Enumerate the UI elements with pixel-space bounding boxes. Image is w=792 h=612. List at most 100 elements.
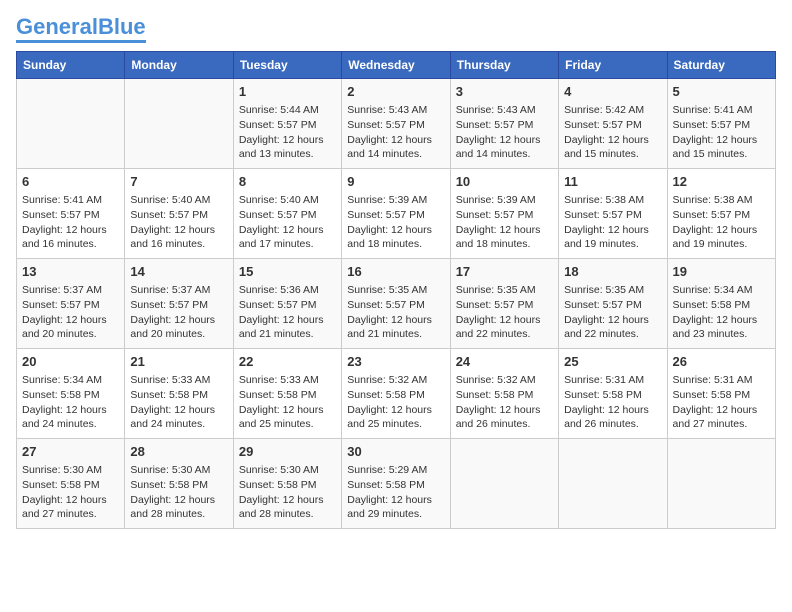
week-row-4: 20Sunrise: 5:34 AM Sunset: 5:58 PM Dayli…	[17, 349, 776, 439]
logo-underline	[16, 40, 146, 43]
day-cell: 20Sunrise: 5:34 AM Sunset: 5:58 PM Dayli…	[17, 349, 125, 439]
day-content: Sunrise: 5:32 AM Sunset: 5:58 PM Dayligh…	[347, 373, 444, 432]
day-number: 27	[22, 443, 119, 461]
day-content: Sunrise: 5:38 AM Sunset: 5:57 PM Dayligh…	[564, 193, 661, 252]
day-cell	[667, 439, 775, 529]
day-cell: 27Sunrise: 5:30 AM Sunset: 5:58 PM Dayli…	[17, 439, 125, 529]
day-content: Sunrise: 5:34 AM Sunset: 5:58 PM Dayligh…	[673, 283, 770, 342]
day-number: 3	[456, 83, 553, 101]
day-cell: 30 Sunrise: 5:29 AM Sunset: 5:58 PM Dayli…	[342, 439, 450, 529]
logo-text: GeneralBlue	[16, 16, 146, 38]
day-cell	[125, 79, 233, 169]
day-content: Sunrise: 5:30 AM Sunset: 5:58 PM Dayligh…	[130, 463, 227, 522]
calendar-header: SundayMondayTuesdayWednesdayThursdayFrid…	[17, 52, 776, 79]
day-number: 24	[456, 353, 553, 371]
day-cell	[17, 79, 125, 169]
week-row-5: 27 Sunrise: 5:30 AM Sunset: 5:58 PM Dayli…	[17, 439, 776, 529]
day-number: 21	[130, 353, 227, 371]
calendar-body: 1 Sunrise: 5:44 AM Sunset: 5:57 PM Daylig…	[17, 79, 776, 529]
day-number: 12	[673, 173, 770, 191]
day-content: Sunrise: 5:39 AM Sunset: 5:57 PM Dayligh…	[456, 193, 553, 252]
day-number: 10	[456, 173, 553, 191]
day-cell: 21 Sunrise: 5:33 AM Sunset: 5:58 PM Dayli…	[125, 349, 233, 439]
day-cell: 4Sunrise: 5:42 AM Sunset: 5:57 PM Daylig…	[559, 79, 667, 169]
day-content: Sunrise: 5:30 AM Sunset: 5:58 PM Dayligh…	[239, 463, 336, 522]
day-cell	[559, 439, 667, 529]
day-content: Sunrise: 5:29 AM Sunset: 5:58 PM Dayligh…	[347, 463, 444, 522]
day-number: 15	[239, 263, 336, 281]
day-number: 9	[347, 173, 444, 191]
day-cell: 16 Sunrise: 5:35 AM Sunset: 5:57 PM Dayli…	[342, 259, 450, 349]
day-cell: 2Sunrise: 5:43 AM Sunset: 5:57 PM Daylig…	[342, 79, 450, 169]
day-content: Sunrise: 5:33 AM Sunset: 5:58 PM Dayligh…	[130, 373, 227, 432]
day-cell: 9 Sunrise: 5:39 AM Sunset: 5:57 PM Daylig…	[342, 169, 450, 259]
day-content: Sunrise: 5:44 AM Sunset: 5:57 PM Dayligh…	[239, 103, 336, 162]
day-number: 20	[22, 353, 119, 371]
day-cell: 22Sunrise: 5:33 AM Sunset: 5:58 PM Dayli…	[233, 349, 341, 439]
day-number: 19	[673, 263, 770, 281]
day-content: Sunrise: 5:41 AM Sunset: 5:57 PM Dayligh…	[673, 103, 770, 162]
day-cell: 23Sunrise: 5:32 AM Sunset: 5:58 PM Dayli…	[342, 349, 450, 439]
day-number: 5	[673, 83, 770, 101]
header-cell-monday: Monday	[125, 52, 233, 79]
day-cell: 10 Sunrise: 5:39 AM Sunset: 5:57 PM Dayli…	[450, 169, 558, 259]
day-cell: 8 Sunrise: 5:40 AM Sunset: 5:57 PM Daylig…	[233, 169, 341, 259]
week-row-3: 13 Sunrise: 5:37 AM Sunset: 5:57 PM Dayli…	[17, 259, 776, 349]
page-header: GeneralBlue	[16, 16, 776, 43]
day-number: 8	[239, 173, 336, 191]
day-cell: 17Sunrise: 5:35 AM Sunset: 5:57 PM Dayli…	[450, 259, 558, 349]
day-cell	[450, 439, 558, 529]
day-cell: 13Sunrise: 5:37 AM Sunset: 5:57 PM Dayli…	[17, 259, 125, 349]
week-row-1: 1 Sunrise: 5:44 AM Sunset: 5:57 PM Daylig…	[17, 79, 776, 169]
day-content: Sunrise: 5:35 AM Sunset: 5:57 PM Dayligh…	[564, 283, 661, 342]
day-number: 11	[564, 173, 661, 191]
week-row-2: 6 Sunrise: 5:41 AM Sunset: 5:57 PM Daylig…	[17, 169, 776, 259]
day-number: 18	[564, 263, 661, 281]
day-content: Sunrise: 5:41 AM Sunset: 5:57 PM Dayligh…	[22, 193, 119, 252]
day-number: 6	[22, 173, 119, 191]
day-cell: 14 Sunrise: 5:37 AM Sunset: 5:57 PM Dayli…	[125, 259, 233, 349]
day-content: Sunrise: 5:38 AM Sunset: 5:57 PM Dayligh…	[673, 193, 770, 252]
day-number: 16	[347, 263, 444, 281]
day-cell: 25 Sunrise: 5:31 AM Sunset: 5:58 PM Dayli…	[559, 349, 667, 439]
day-content: Sunrise: 5:36 AM Sunset: 5:57 PM Dayligh…	[239, 283, 336, 342]
day-cell: 1 Sunrise: 5:44 AM Sunset: 5:57 PM Daylig…	[233, 79, 341, 169]
day-number: 26	[673, 353, 770, 371]
day-content: Sunrise: 5:40 AM Sunset: 5:57 PM Dayligh…	[239, 193, 336, 252]
day-cell: 26 Sunrise: 5:31 AM Sunset: 5:58 PM Dayli…	[667, 349, 775, 439]
header-cell-wednesday: Wednesday	[342, 52, 450, 79]
day-number: 28	[130, 443, 227, 461]
day-cell: 11 Sunrise: 5:38 AM Sunset: 5:57 PM Dayli…	[559, 169, 667, 259]
day-cell: 3 Sunrise: 5:43 AM Sunset: 5:57 PM Daylig…	[450, 79, 558, 169]
day-number: 29	[239, 443, 336, 461]
day-content: Sunrise: 5:43 AM Sunset: 5:57 PM Dayligh…	[456, 103, 553, 162]
day-number: 14	[130, 263, 227, 281]
day-cell: 29 Sunrise: 5:30 AM Sunset: 5:58 PM Dayli…	[233, 439, 341, 529]
day-number: 30	[347, 443, 444, 461]
day-cell: 24 Sunrise: 5:32 AM Sunset: 5:58 PM Dayli…	[450, 349, 558, 439]
day-content: Sunrise: 5:33 AM Sunset: 5:58 PM Dayligh…	[239, 373, 336, 432]
day-number: 13	[22, 263, 119, 281]
header-cell-thursday: Thursday	[450, 52, 558, 79]
day-cell: 18 Sunrise: 5:35 AM Sunset: 5:57 PM Dayli…	[559, 259, 667, 349]
day-number: 1	[239, 83, 336, 101]
logo-general: General	[16, 14, 98, 39]
day-cell: 19 Sunrise: 5:34 AM Sunset: 5:58 PM Dayli…	[667, 259, 775, 349]
header-cell-friday: Friday	[559, 52, 667, 79]
day-content: Sunrise: 5:31 AM Sunset: 5:58 PM Dayligh…	[673, 373, 770, 432]
day-content: Sunrise: 5:32 AM Sunset: 5:58 PM Dayligh…	[456, 373, 553, 432]
day-cell: 28 Sunrise: 5:30 AM Sunset: 5:58 PM Dayli…	[125, 439, 233, 529]
header-cell-saturday: Saturday	[667, 52, 775, 79]
day-content: Sunrise: 5:43 AM Sunset: 5:57 PM Dayligh…	[347, 103, 444, 162]
day-cell: 12 Sunrise: 5:38 AM Sunset: 5:57 PM Dayli…	[667, 169, 775, 259]
day-content: Sunrise: 5:40 AM Sunset: 5:57 PM Dayligh…	[130, 193, 227, 252]
day-content: Sunrise: 5:39 AM Sunset: 5:57 PM Dayligh…	[347, 193, 444, 252]
day-number: 7	[130, 173, 227, 191]
day-content: Sunrise: 5:35 AM Sunset: 5:57 PM Dayligh…	[347, 283, 444, 342]
calendar-table: SundayMondayTuesdayWednesdayThursdayFrid…	[16, 51, 776, 529]
day-content: Sunrise: 5:31 AM Sunset: 5:58 PM Dayligh…	[564, 373, 661, 432]
day-number: 25	[564, 353, 661, 371]
day-content: Sunrise: 5:37 AM Sunset: 5:57 PM Dayligh…	[130, 283, 227, 342]
header-row: SundayMondayTuesdayWednesdayThursdayFrid…	[17, 52, 776, 79]
day-cell: 15 Sunrise: 5:36 AM Sunset: 5:57 PM Dayli…	[233, 259, 341, 349]
